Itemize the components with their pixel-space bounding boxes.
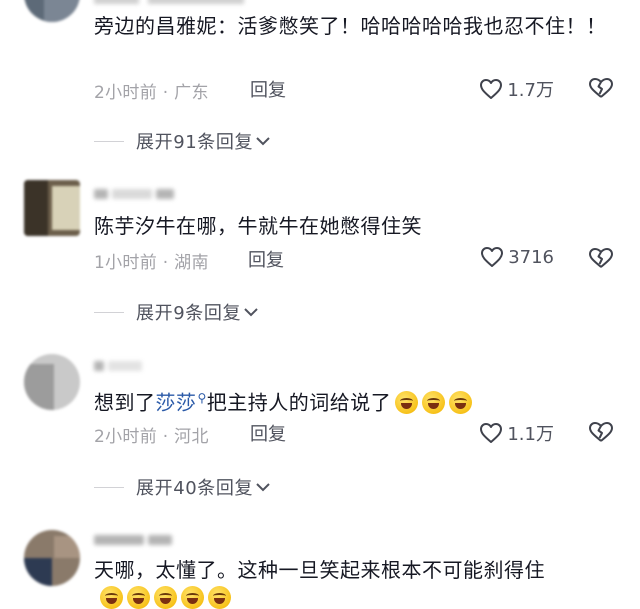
comment-text: 旁边的昌雅妮：活爹憋笑了！哈哈哈哈哈我也忍不住！！: [94, 14, 607, 38]
emoji-row: [96, 586, 231, 609]
laughing-tears-emoji: [154, 586, 177, 609]
avatar[interactable]: [24, 354, 80, 410]
reply-button[interactable]: 回复: [250, 76, 286, 102]
comment-text: 天哪，太懂了。这种一旦笑起来根本不可能刹得住: [94, 558, 545, 582]
avatar[interactable]: [24, 530, 80, 586]
username-blurred: [94, 530, 184, 546]
broken-heart-icon[interactable]: [588, 246, 614, 270]
avatar[interactable]: [24, 0, 80, 22]
meta-separator: ·: [157, 253, 175, 273]
laughing-tears-emoji: [181, 586, 204, 609]
comment-meta: 1小时前 · 湖南: [94, 248, 209, 273]
meta-separator: ·: [157, 427, 175, 447]
comment-text-part: 把主持人的词给说了: [206, 390, 392, 415]
mention-link[interactable]: 莎莎: [156, 391, 197, 415]
expand-replies-label: 展开40条回复: [136, 478, 254, 499]
expand-replies-button[interactable]: 展开91条回复: [94, 128, 271, 154]
heart-outline-icon: [480, 79, 503, 99]
search-icon: ⚲: [197, 391, 207, 405]
chevron-down-icon: [244, 308, 258, 317]
comment-time: 1小时前: [94, 253, 158, 273]
username-blurred: [94, 0, 244, 4]
expand-replies-button[interactable]: 展开40条回复: [94, 474, 271, 500]
divider-line: [94, 140, 124, 142]
broken-heart-icon[interactable]: [588, 76, 614, 100]
chevron-down-icon: [256, 483, 270, 492]
like-count: 1.1万: [507, 424, 554, 445]
comment-location: 广东: [174, 83, 209, 103]
like-button[interactable]: 1.7万: [479, 76, 554, 102]
username-blurred: [94, 356, 184, 372]
comment-text: 想到了莎莎⚲把主持人的词给说了: [94, 382, 624, 420]
heart-outline-icon: [481, 247, 504, 267]
reply-button[interactable]: 回复: [248, 246, 284, 272]
meta-separator: ·: [157, 83, 175, 103]
expand-replies-button[interactable]: 展开9条回复: [94, 299, 259, 325]
expand-replies-label: 展开9条回复: [136, 303, 242, 324]
comment-meta: 2小时前 · 广东: [94, 78, 209, 103]
laughing-tears-emoji: [208, 586, 231, 609]
like-count: 3716: [508, 246, 554, 268]
like-button[interactable]: 3716: [480, 246, 554, 268]
comment-time: 2小时前: [94, 83, 158, 103]
heart-outline-icon: [480, 423, 503, 443]
comment-text: 陈芋汐牛在哪，牛就牛在她憋得住笑: [94, 214, 422, 238]
comment-text-part: 想到了: [94, 390, 156, 415]
username-blurred: [94, 184, 184, 200]
avatar[interactable]: [24, 180, 80, 236]
reply-button[interactable]: 回复: [250, 420, 286, 446]
comment-meta: 2小时前 · 河北: [94, 422, 209, 447]
broken-heart-icon[interactable]: [588, 420, 614, 444]
laughing-tears-emoji: [395, 390, 419, 414]
divider-line: [94, 311, 124, 313]
laughing-tears-emoji: [100, 586, 123, 609]
comment-time: 2小时前: [94, 427, 158, 447]
expand-replies-label: 展开91条回复: [136, 132, 254, 153]
laughing-tears-emoji: [449, 390, 473, 414]
laughing-tears-emoji: [127, 586, 150, 609]
comment-location: 湖南: [174, 253, 209, 273]
comment-location: 河北: [174, 427, 209, 447]
divider-line: [94, 486, 124, 488]
laughing-tears-emoji: [422, 390, 446, 414]
like-count: 1.7万: [507, 80, 554, 101]
chevron-down-icon: [256, 137, 270, 146]
like-button[interactable]: 1.1万: [479, 420, 554, 446]
